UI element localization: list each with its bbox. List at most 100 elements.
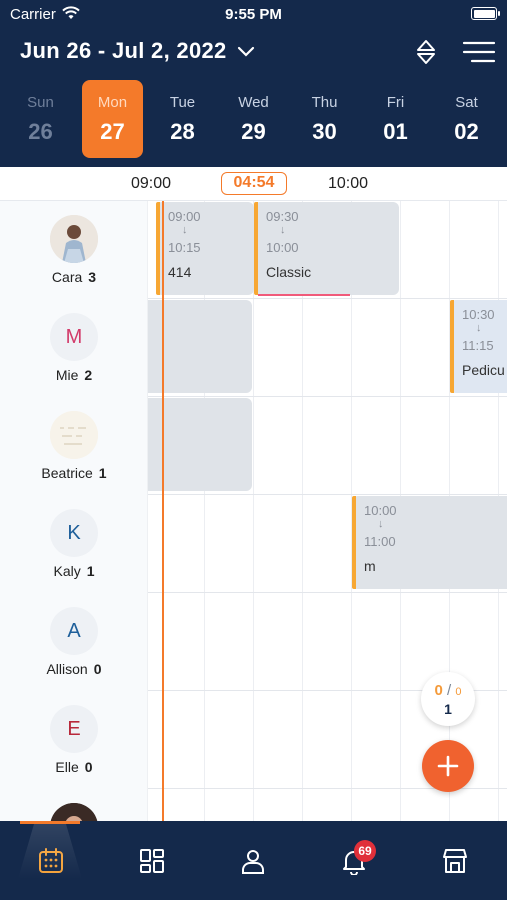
tab-dashboard[interactable] — [101, 821, 202, 900]
day-name: Fri — [386, 94, 405, 111]
appointment-status-bar — [156, 202, 160, 295]
day-number: 02 — [454, 119, 479, 144]
grid-icon — [140, 849, 164, 873]
staff-item-allison[interactable]: A Allison 0 — [0, 593, 148, 691]
day-number: 28 — [170, 119, 195, 144]
tab-calendar[interactable] — [0, 821, 101, 900]
battery-icon — [471, 7, 500, 20]
counter-count: 1 — [444, 701, 452, 717]
arrow-down-icon: ↓ — [280, 224, 286, 236]
appointment-end: 10:15 — [168, 240, 201, 255]
time-label: 09:00 — [131, 175, 172, 192]
day-tue[interactable]: Tue 28 — [152, 80, 213, 158]
day-mon[interactable]: Mon 27 — [82, 80, 143, 158]
tab-clients[interactable] — [202, 821, 303, 900]
arrow-down-icon: ↓ — [182, 224, 188, 236]
status-bar: Carrier 9:55 PM — [0, 0, 507, 30]
day-fri[interactable]: Fri 01 — [365, 80, 426, 158]
day-name: Sun — [27, 94, 54, 111]
staff-label: Allison 0 — [46, 661, 102, 677]
staff-item-kaly[interactable]: K Kaly 1 — [0, 495, 148, 593]
tab-store[interactable] — [404, 821, 505, 900]
header: Carrier 9:55 PM Jun 26 - Jul 2, 2022 Sun… — [0, 0, 507, 167]
appointment-service: Classic — [266, 264, 312, 280]
staff-item-mie[interactable]: M Mie 2 — [0, 299, 148, 397]
staff-column: Cara 3 M Mie 2 Beatrice 1 K Kaly 1 A Allison… — [0, 201, 148, 851]
appointment-start: 09:00 — [168, 209, 201, 224]
appointment-card[interactable]: 09:30 ↓ 10:00 Classic — [254, 202, 399, 295]
day-wed[interactable]: Wed 29 — [223, 80, 284, 158]
menu-icon[interactable] — [462, 40, 496, 69]
staff-item-cara[interactable]: Cara 3 — [0, 201, 148, 299]
staff-item-beatrice[interactable]: Beatrice 1 — [0, 397, 148, 495]
row-divider — [148, 298, 507, 299]
counter-ratio: 0 / 0 — [434, 682, 462, 699]
add-appointment-button[interactable] — [422, 740, 474, 792]
appointment-status-bar — [352, 496, 356, 589]
week-strip: Sun 26 Mon 27 Tue 28 Wed 29 Thu 30 Fri 0… — [0, 80, 507, 158]
day-name: Wed — [238, 94, 269, 111]
staff-label: Elle 0 — [55, 759, 93, 775]
user-icon — [242, 850, 264, 874]
staff-label: Cara 3 — [51, 269, 97, 285]
appointment-end: 11:00 — [364, 534, 396, 549]
day-name: Thu — [311, 94, 338, 111]
day-sun[interactable]: Sun 26 — [10, 80, 71, 158]
day-sat[interactable]: Sat 02 — [436, 80, 497, 158]
time-header: 09:00 04:54 10:00 — [0, 167, 507, 201]
store-icon — [443, 849, 467, 873]
day-name: Tue — [169, 94, 196, 111]
checkin-counter[interactable]: 0 / 0 1 — [421, 672, 475, 726]
overlap-indicator — [258, 294, 350, 296]
day-thu[interactable]: Thu 30 — [294, 80, 355, 158]
appointment-start: 10:00 — [364, 503, 397, 518]
avatar: K — [50, 509, 98, 557]
day-number: 29 — [241, 119, 266, 144]
row-divider — [148, 396, 507, 397]
row-divider — [148, 592, 507, 593]
sort-icon[interactable] — [412, 38, 440, 71]
staff-label: Mie 2 — [55, 367, 93, 383]
bottom-nav — [0, 821, 507, 900]
tab-notifications[interactable] — [303, 821, 404, 900]
day-name: Mon — [97, 94, 128, 111]
time-label: 10:00 — [328, 175, 369, 192]
date-range-label: Jun 26 - Jul 2, 2022 — [20, 38, 227, 63]
arrow-down-icon: ↓ — [476, 322, 482, 334]
day-number: 26 — [28, 119, 53, 144]
appointment-card[interactable]: 10:00 ↓ 11:00 m — [352, 496, 507, 589]
avatar: M — [50, 313, 98, 361]
plus-icon — [437, 755, 459, 777]
appointment-service: 414 — [168, 264, 192, 280]
notification-badge: 69 — [354, 840, 376, 862]
day-name: Sat — [455, 94, 478, 111]
staff-label: Kaly 1 — [53, 563, 95, 579]
appointment-start: 10:30 — [462, 307, 495, 322]
chevron-down-icon — [237, 46, 254, 57]
avatar: E — [50, 705, 98, 753]
current-time-line — [162, 201, 164, 821]
avatar — [50, 215, 98, 263]
appointment-card[interactable]: 10:30 ↓ 11:15 Pedicu — [450, 300, 507, 393]
avatar: A — [50, 607, 98, 655]
appointment-start: 09:30 — [266, 209, 299, 224]
staff-label: Beatrice 1 — [41, 465, 107, 481]
current-time-badge: 04:54 — [221, 172, 287, 195]
appointment-status-bar — [450, 300, 454, 393]
day-number: 01 — [383, 119, 408, 144]
row-divider — [148, 494, 507, 495]
appointment-status-bar — [254, 202, 258, 295]
appointment-service: Pedicu — [462, 362, 505, 378]
day-number: 30 — [312, 119, 337, 144]
staff-item-elle[interactable]: E Elle 0 — [0, 691, 148, 789]
date-range-selector[interactable]: Jun 26 - Jul 2, 2022 — [20, 38, 255, 64]
arrow-down-icon: ↓ — [378, 518, 384, 530]
appointment-end: 10:00 — [266, 240, 299, 255]
avatar — [50, 411, 98, 459]
appointment-end: 11:15 — [462, 338, 494, 353]
day-number: 27 — [100, 119, 125, 144]
appointment-service: m — [364, 558, 376, 574]
calendar-icon — [39, 848, 63, 873]
appointment-card[interactable]: 09:00 ↓ 10:15 414 — [156, 202, 254, 295]
status-time: 9:55 PM — [225, 6, 282, 23]
